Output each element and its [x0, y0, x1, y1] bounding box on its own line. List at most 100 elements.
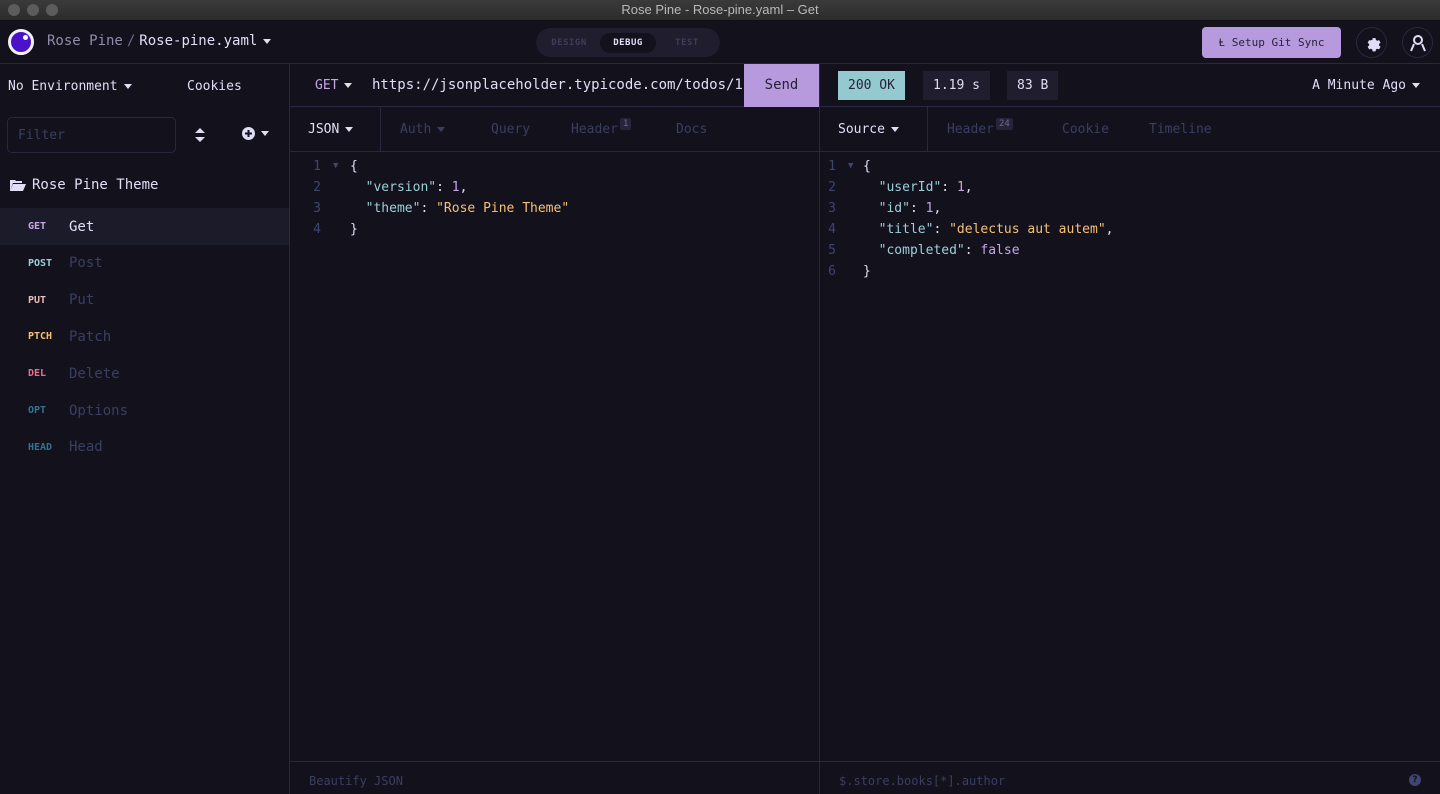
sidebar-request-item[interactable]: POST Post — [0, 245, 289, 282]
sidebar-request-item[interactable]: PTCH Patch — [0, 318, 289, 355]
chevron-down-icon — [437, 127, 446, 132]
code-token: "delectus aut autem" — [949, 222, 1106, 237]
fold-toggle-icon[interactable]: ▼ — [848, 156, 853, 177]
file-name[interactable]: Rose-pine.yaml — [139, 33, 257, 49]
line-number: 1 — [828, 159, 836, 174]
code-token: "userId" — [863, 180, 942, 195]
sidebar-request-item[interactable]: OPT Options — [0, 392, 289, 429]
window-title: Rose Pine - Rose-pine.yaml – Get — [621, 2, 819, 17]
mode-test-tab[interactable]: TEST — [662, 33, 712, 53]
breadcrumb-separator: / — [126, 33, 136, 49]
tab-docs[interactable]: Docs — [676, 107, 707, 152]
code-token: : — [420, 201, 437, 216]
fold-toggle-icon[interactable]: ▼ — [333, 156, 338, 177]
code-token: "version" — [350, 180, 437, 195]
code-text: "userId": 1, — [863, 177, 973, 198]
request-name: Post — [69, 255, 103, 272]
code-line: 1 ▼ { — [290, 156, 819, 177]
breadcrumb[interactable]: Rose Pine / Rose-pine.yaml — [47, 33, 272, 49]
response-time-badge: 1.19 s — [923, 71, 990, 100]
response-tabs: Source Header 24 Cookie Timeline — [820, 107, 1440, 152]
sidebar-request-item[interactable]: DEL Delete — [0, 355, 289, 392]
code-line: 3 "theme": "Rose Pine Theme" — [290, 198, 819, 219]
line-number: 3 — [828, 201, 836, 216]
sort-icon[interactable] — [195, 128, 205, 146]
code-line: 1 ▼ { — [820, 156, 1349, 177]
add-request-button[interactable] — [242, 127, 269, 140]
beautify-json-button[interactable]: Beautify JSON — [290, 761, 819, 794]
method-label: GET — [315, 78, 339, 93]
code-text: "version": 1, — [350, 177, 468, 198]
header-count-badge: 1 — [619, 118, 632, 130]
code-token: 1 — [451, 180, 460, 195]
method-selector[interactable]: GET — [315, 78, 353, 93]
chevron-down-icon[interactable] — [263, 38, 272, 44]
history-dropdown[interactable]: A Minute Ago — [1312, 78, 1420, 93]
line-number: 2 — [828, 180, 836, 195]
code-line: 2 "version": 1, — [290, 177, 819, 198]
tab-source[interactable]: Source — [838, 107, 899, 152]
tab-query[interactable]: Query — [491, 107, 530, 152]
sidebar-request-item[interactable]: PUT Put — [0, 282, 289, 319]
code-token: "id" — [863, 201, 910, 216]
url-bar: GET Send — [290, 64, 819, 107]
account-button[interactable] — [1402, 27, 1433, 58]
setup-git-sync-button[interactable]: Ⱡ Setup Git Sync — [1202, 27, 1341, 58]
mode-debug-tab[interactable]: DEBUG — [600, 33, 656, 53]
tab-response-header[interactable]: Header 24 — [947, 107, 1013, 152]
plus-circle-icon — [242, 127, 255, 140]
method-tag: HEAD — [28, 441, 53, 453]
folder-rose-pine-theme[interactable]: Rose Pine Theme — [10, 177, 158, 193]
code-token: : — [941, 180, 957, 195]
tab-cookie[interactable]: Cookie — [1062, 107, 1109, 152]
send-button[interactable]: Send — [744, 64, 819, 107]
mode-design-tab[interactable]: DESIGN — [544, 33, 594, 53]
response-status-bar: 200 OK 1.19 s 83 B A Minute Ago — [820, 64, 1440, 107]
url-input[interactable] — [372, 77, 742, 93]
tab-timeline[interactable]: Timeline — [1149, 107, 1212, 152]
cookies-button[interactable]: Cookies — [187, 79, 242, 94]
request-name: Put — [69, 292, 95, 309]
code-token: 1 — [956, 180, 965, 195]
sidebar-filter-input[interactable] — [7, 117, 176, 153]
code-token: { — [863, 159, 871, 174]
code-line: 4} — [290, 219, 819, 240]
request-name: Delete — [69, 365, 120, 382]
environment-label: No Environment — [8, 79, 118, 94]
code-line: 4 "title": "delectus aut autem", — [820, 219, 1349, 240]
sidebar-request-item[interactable]: GET Get — [0, 208, 289, 245]
header-count-badge: 24 — [995, 118, 1013, 130]
line-number: 4 — [828, 222, 836, 237]
request-body-editor[interactable]: 1 ▼ {2 "version": 1, 3 "theme": "Rose Pine … — [290, 156, 819, 240]
request-pane: GET Send JSON Auth Query Header1 Docs 1 ▼… — [290, 64, 820, 794]
method-tag: GET — [28, 221, 47, 232]
response-size-badge: 83 B — [1007, 71, 1059, 100]
code-token: : — [909, 201, 926, 216]
sidebar: No Environment Cookies Rose Pine Theme G… — [0, 64, 290, 794]
tab-json[interactable]: JSON — [308, 107, 354, 152]
insomnia-logo-icon[interactable] — [8, 29, 34, 55]
question-circle-icon[interactable]: ? — [1409, 774, 1421, 786]
code-text: "title": "delectus aut autem", — [863, 219, 1114, 240]
folder-open-icon — [10, 180, 26, 191]
code-text: "theme": "Rose Pine Theme" — [350, 198, 570, 219]
code-token: "theme" — [350, 201, 421, 216]
method-tag: DEL — [28, 368, 47, 380]
code-token: false — [980, 243, 1020, 258]
tab-auth[interactable]: Auth — [400, 107, 446, 152]
workspace-name[interactable]: Rose Pine — [47, 33, 123, 49]
code-token: } — [863, 264, 871, 279]
response-body-viewer[interactable]: 1 ▼{2 "userId": 1, 3 "id": 1, 4 "title": "d… — [820, 156, 1349, 282]
tab-header[interactable]: Header 1 — [571, 107, 632, 152]
app-header: Rose Pine / Rose-pine.yaml DESIGN DEBUG TE… — [0, 21, 1440, 64]
method-tag: PTCH — [28, 331, 53, 343]
settings-button[interactable] — [1356, 27, 1387, 58]
code-token: { — [350, 159, 358, 174]
response-filter-input[interactable]: $.store.books[*].author ? — [820, 761, 1440, 794]
environment-selector[interactable]: No Environment — [8, 79, 132, 94]
code-token: , — [1105, 222, 1114, 237]
sidebar-request-item[interactable]: HEAD Head — [0, 429, 289, 466]
gear-icon — [1367, 37, 1381, 51]
response-pane: 200 OK 1.19 s 83 B A Minute Ago Source H… — [820, 64, 1440, 794]
code-text: } — [863, 261, 871, 282]
